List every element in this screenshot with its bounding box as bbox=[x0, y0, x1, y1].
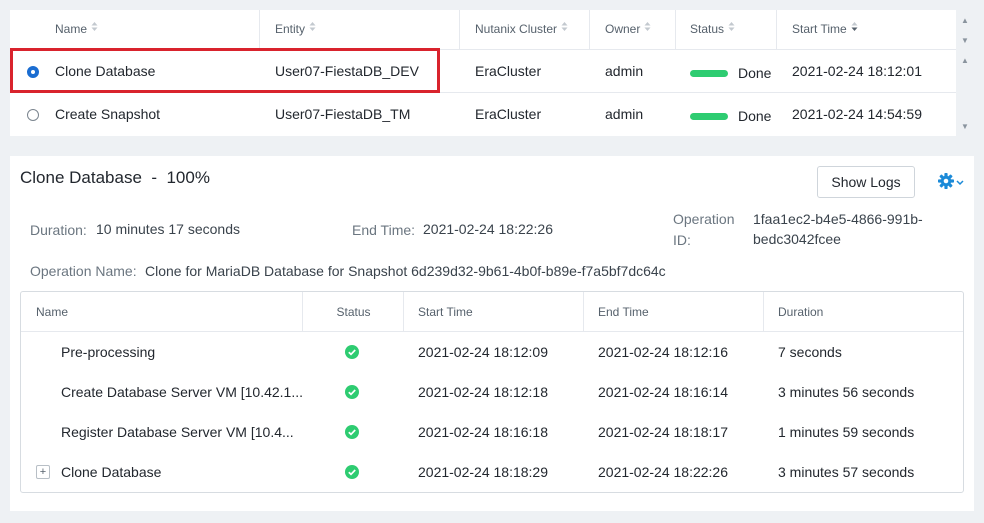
operations-table-header: Name Entity Nutanix Cluster Owner Status… bbox=[10, 10, 956, 50]
steps-column-name: Name bbox=[21, 292, 303, 332]
check-circle-icon bbox=[345, 465, 359, 479]
operation-entity: User07-FiestaDB_TM bbox=[275, 106, 411, 122]
steps-column-status: Status bbox=[303, 292, 404, 332]
chevron-down-icon bbox=[956, 180, 964, 186]
column-header-owner[interactable]: Owner bbox=[590, 10, 676, 50]
sort-icon bbox=[728, 9, 735, 48]
steps-table: Name Status Start Time End Time Duration… bbox=[20, 291, 964, 493]
step-duration: 3 minutes 56 seconds bbox=[778, 384, 915, 400]
step-row: Register Database Server VM [10.4... 202… bbox=[21, 412, 963, 452]
step-duration: 1 minutes 59 seconds bbox=[778, 424, 915, 440]
step-name: Register Database Server VM [10.4... bbox=[61, 424, 294, 440]
operation-start-time: 2021-02-24 18:12:01 bbox=[792, 63, 922, 79]
steps-column-duration: Duration bbox=[778, 305, 824, 319]
operation-id-value: 1faa1ec2-b4e5-4866-991b- bbox=[753, 211, 923, 227]
check-circle-icon bbox=[345, 345, 359, 359]
operation-name-label: Operation Name: bbox=[30, 263, 137, 279]
step-end: 2021-02-24 18:22:26 bbox=[598, 464, 728, 480]
step-name: Clone Database bbox=[61, 464, 162, 480]
column-header-cluster[interactable]: Nutanix Cluster bbox=[460, 10, 590, 50]
end-time-value: 2021-02-24 18:22:26 bbox=[423, 221, 553, 237]
operation-name-value: Clone for MariaDB Database for Snapshot … bbox=[145, 263, 666, 279]
steps-column-end-time: End Time bbox=[584, 292, 764, 332]
duration-value: 10 minutes 17 seconds bbox=[96, 221, 240, 237]
column-header-name[interactable]: Name bbox=[10, 10, 260, 50]
sort-icon bbox=[561, 9, 568, 48]
operation-cluster: EraCluster bbox=[475, 106, 542, 122]
operation-detail-panel: Clone Database - 100% Show Logs Duration… bbox=[10, 156, 974, 511]
expand-icon[interactable]: + bbox=[36, 465, 50, 479]
check-circle-icon bbox=[345, 385, 359, 399]
scroll-up-icon[interactable]: ▲ bbox=[956, 54, 974, 68]
operation-start-time: 2021-02-24 14:54:59 bbox=[792, 106, 922, 122]
step-row: Pre-processing 2021-02-24 18:12:09 2021-… bbox=[21, 332, 963, 372]
table-row[interactable]: Create Snapshot User07-FiestaDB_TM EraCl… bbox=[10, 93, 956, 136]
radio-icon[interactable] bbox=[27, 109, 39, 121]
table-row[interactable]: Clone Database User07-FiestaDB_DEV EraCl… bbox=[10, 50, 956, 93]
operation-name: Clone Database bbox=[55, 63, 156, 79]
duration-label: Duration: bbox=[30, 222, 87, 238]
show-logs-button[interactable]: Show Logs bbox=[817, 166, 915, 198]
step-end: 2021-02-24 18:18:17 bbox=[598, 424, 728, 440]
sort-icon bbox=[644, 9, 651, 48]
operation-entity: User07-FiestaDB_DEV bbox=[275, 63, 419, 79]
operation-cluster: EraCluster bbox=[475, 63, 542, 79]
step-start: 2021-02-24 18:16:18 bbox=[418, 424, 548, 440]
operation-name: Create Snapshot bbox=[55, 106, 161, 122]
step-end: 2021-02-24 18:12:16 bbox=[598, 344, 728, 360]
sort-icon bbox=[91, 9, 98, 48]
status-bar bbox=[690, 112, 728, 120]
scroll-up-icon[interactable]: ▲ bbox=[956, 14, 974, 28]
operations-table: Name Entity Nutanix Cluster Owner Status… bbox=[10, 10, 956, 136]
step-name: Create Database Server VM [10.42.1... bbox=[61, 384, 304, 400]
sort-icon bbox=[309, 9, 316, 48]
step-name: Pre-processing bbox=[61, 344, 156, 360]
operation-id-label: Operation bbox=[673, 211, 735, 227]
steps-table-header: Name Status Start Time End Time Duration bbox=[21, 292, 963, 332]
step-duration: 7 seconds bbox=[778, 344, 842, 360]
operation-id-label-2: ID: bbox=[673, 232, 691, 248]
detail-title: Clone Database - 100% bbox=[20, 168, 210, 187]
scroll-down-icon[interactable]: ▼ bbox=[956, 34, 974, 48]
ops-scrollbar[interactable]: ▲ ▼ ▲ ▼ bbox=[956, 10, 974, 136]
column-header-entity[interactable]: Entity bbox=[260, 10, 460, 50]
operation-status: Done bbox=[690, 52, 771, 95]
step-start: 2021-02-24 18:12:09 bbox=[418, 344, 548, 360]
radio-icon[interactable] bbox=[27, 66, 39, 78]
operation-owner: admin bbox=[605, 63, 644, 79]
gear-icon[interactable] bbox=[936, 171, 966, 193]
status-bar bbox=[690, 69, 728, 77]
operation-status: Done bbox=[690, 95, 771, 138]
step-row: + Clone Database 2021-02-24 18:18:29 202… bbox=[21, 452, 963, 492]
column-header-status[interactable]: Status bbox=[676, 10, 777, 50]
scroll-down-icon[interactable]: ▼ bbox=[956, 120, 974, 134]
steps-column-start-time: Start Time bbox=[404, 292, 584, 332]
sort-desc-icon bbox=[851, 9, 858, 48]
operation-id-value-2: bedc3042fcee bbox=[753, 231, 841, 247]
operation-owner: admin bbox=[605, 106, 644, 122]
step-start: 2021-02-24 18:12:18 bbox=[418, 384, 548, 400]
column-header-start-time[interactable]: Start Time bbox=[777, 10, 956, 50]
end-time-label: End Time: bbox=[352, 222, 416, 238]
step-row: Create Database Server VM [10.42.1... 20… bbox=[21, 372, 963, 412]
step-start: 2021-02-24 18:18:29 bbox=[418, 464, 548, 480]
check-circle-icon bbox=[345, 425, 359, 439]
step-end: 2021-02-24 18:16:14 bbox=[598, 384, 728, 400]
step-duration: 3 minutes 57 seconds bbox=[778, 464, 915, 480]
